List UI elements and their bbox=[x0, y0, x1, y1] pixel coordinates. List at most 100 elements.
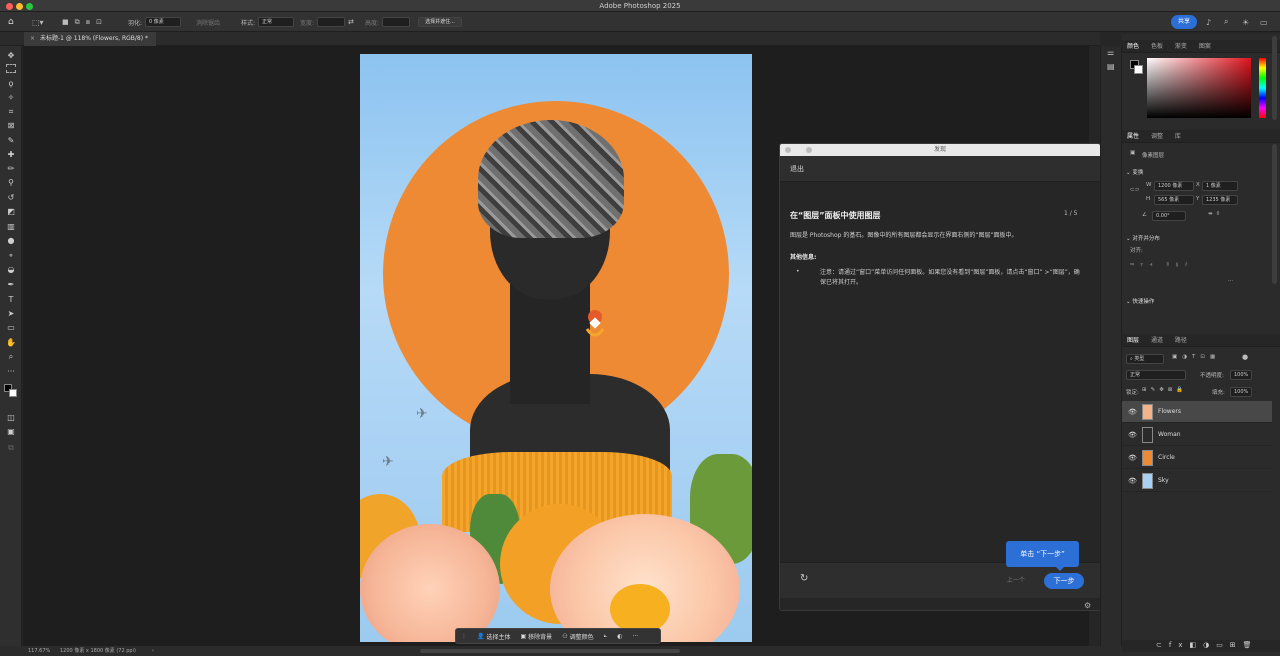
width-input[interactable] bbox=[317, 17, 346, 27]
tab-paths[interactable]: 路径 bbox=[1170, 334, 1192, 347]
feather-input[interactable]: 0 像素 bbox=[145, 17, 182, 27]
width-field[interactable]: 1200 像素 bbox=[1154, 181, 1194, 191]
quick-mask-icon[interactable]: ◫ bbox=[5, 412, 17, 424]
link-icon[interactable]: ⊂⊃ bbox=[1130, 187, 1139, 193]
tab-libraries[interactable]: 库 bbox=[1170, 130, 1186, 143]
type-tool-icon[interactable]: T bbox=[5, 294, 17, 306]
eyedropper-tool-icon[interactable]: ✎ bbox=[5, 135, 17, 147]
next-button[interactable]: 下一步 bbox=[1044, 573, 1084, 589]
mask-icon[interactable]: ◐ bbox=[612, 629, 627, 643]
drag-handle-icon[interactable]: ⋮ bbox=[456, 629, 472, 643]
layer-row[interactable]: 👁 Woman bbox=[1122, 424, 1272, 446]
swap-icon[interactable]: ⇄ bbox=[348, 12, 354, 32]
height-input[interactable] bbox=[382, 17, 411, 27]
restart-icon[interactable]: ↻ bbox=[800, 573, 808, 584]
fill-field[interactable]: 100% bbox=[1230, 387, 1252, 397]
more-tools-icon[interactable]: ··· bbox=[5, 366, 17, 378]
dodge-tool-icon[interactable]: ⚬ bbox=[5, 250, 17, 262]
zoom-level[interactable]: 117.67% bbox=[28, 646, 50, 656]
previous-button[interactable]: 上一个 bbox=[1002, 573, 1030, 589]
move-tool-icon[interactable]: ✥ bbox=[5, 50, 17, 62]
lightbulb-icon[interactable]: ☀ bbox=[1242, 12, 1249, 32]
properties-scrollbar[interactable] bbox=[1272, 144, 1277, 284]
add-selection-icon[interactable]: ⧉ bbox=[75, 18, 80, 27]
layer-filter-icons[interactable]: ▣◑T⊡▦ bbox=[1172, 354, 1220, 360]
panel-minimize-button[interactable] bbox=[806, 147, 812, 153]
hue-slider[interactable] bbox=[1259, 58, 1266, 118]
frame-tool-icon[interactable]: ⊠ bbox=[5, 120, 17, 132]
edit-toolbar-icon[interactable]: ⧉ bbox=[5, 442, 17, 454]
tab-adjustments[interactable]: 调整 bbox=[1146, 130, 1168, 143]
align-section-toggle[interactable]: ⌄ 对齐并分布 bbox=[1126, 234, 1160, 242]
filter-toggle-icon[interactable]: ● bbox=[1242, 353, 1248, 361]
tab-gradients[interactable]: 渐变 bbox=[1170, 40, 1192, 53]
document-tab[interactable]: × 未标题-1 @ 118% (Flowers, RGB/8) * bbox=[24, 32, 156, 46]
chevron-right-icon[interactable]: › bbox=[152, 646, 154, 656]
rectangle-tool-icon[interactable]: ▭ bbox=[5, 322, 17, 334]
align-buttons-icon[interactable]: ⫤⫧⫣ ⫪⫫⫩ bbox=[1130, 262, 1194, 269]
blend-mode-select[interactable]: 正常 bbox=[1126, 370, 1186, 380]
select-and-mask-button[interactable]: 选择并遮住... bbox=[418, 17, 462, 27]
libraries-icon[interactable]: ⚌ bbox=[1107, 48, 1114, 57]
pen-tool-icon[interactable]: ✒ bbox=[5, 279, 17, 291]
layer-row[interactable]: 👁 Circle bbox=[1122, 447, 1272, 469]
workspace-icon[interactable]: ▭ bbox=[1260, 12, 1268, 32]
color-field[interactable] bbox=[1147, 58, 1251, 118]
new-selection-icon[interactable]: ■ bbox=[62, 18, 69, 26]
visibility-eye-icon[interactable]: 👁 bbox=[1128, 424, 1137, 446]
tab-close-icon[interactable]: × bbox=[30, 35, 35, 42]
quick-actions-toggle[interactable]: ⌄ 快速操作 bbox=[1126, 297, 1154, 305]
visibility-eye-icon[interactable]: 👁 bbox=[1128, 470, 1137, 492]
height-field[interactable]: 565 像素 bbox=[1154, 195, 1194, 205]
lock-icons[interactable]: ⊞✎✥⊠🔒 bbox=[1142, 387, 1187, 393]
document-canvas[interactable]: ✈ ✈ bbox=[360, 54, 752, 642]
exit-button[interactable]: 退出 bbox=[780, 156, 1100, 182]
layer-filter-select[interactable]: ⌕ 类型 bbox=[1126, 354, 1164, 364]
intersect-selection-icon[interactable]: ⊡ bbox=[96, 18, 102, 26]
tab-properties[interactable]: 属性 bbox=[1122, 130, 1144, 143]
zoom-tool-icon[interactable]: ⌕ bbox=[5, 351, 17, 363]
adjust-color-button[interactable]: ⚇ 调整颜色 bbox=[557, 629, 598, 643]
settings-gear-icon[interactable]: ⚙ bbox=[1084, 601, 1091, 610]
transform-icon[interactable]: ⟀ bbox=[599, 629, 613, 643]
search-icon[interactable]: ⌕ bbox=[1224, 12, 1228, 32]
background-color-swatch[interactable] bbox=[9, 389, 17, 397]
y-position-field[interactable]: 1235 像素 bbox=[1202, 195, 1238, 205]
crop-tool-icon[interactable]: ⌗ bbox=[5, 106, 17, 118]
clone-stamp-tool-icon[interactable]: ⚲ bbox=[5, 177, 17, 189]
more-options-icon[interactable]: ··· bbox=[627, 629, 643, 643]
color-panel-scrollbar[interactable] bbox=[1272, 36, 1277, 120]
screen-mode-icon[interactable]: ▣ bbox=[5, 426, 17, 438]
comments-icon[interactable]: ▤ bbox=[1107, 62, 1115, 71]
sponge-tool-icon[interactable]: ◒ bbox=[5, 264, 17, 276]
visibility-eye-icon[interactable]: 👁 bbox=[1128, 447, 1137, 469]
healing-brush-tool-icon[interactable]: ✚ bbox=[5, 149, 17, 161]
layer-footer-icons[interactable]: ⊂fx◧◑▭⊞🗑 bbox=[1156, 641, 1259, 649]
bell-icon[interactable]: ♪ bbox=[1206, 12, 1211, 32]
visibility-eye-icon[interactable]: 👁 bbox=[1128, 401, 1137, 423]
home-icon[interactable]: ⌂ bbox=[8, 12, 22, 32]
antialias-checkbox[interactable]: 消除锯齿 bbox=[196, 12, 220, 32]
layer-row[interactable]: 👁 Sky bbox=[1122, 470, 1272, 492]
x-position-field[interactable]: 1 像素 bbox=[1202, 181, 1238, 191]
share-button[interactable]: 共享 bbox=[1171, 15, 1197, 29]
tab-channels[interactable]: 通道 bbox=[1146, 334, 1168, 347]
gradient-tool-icon[interactable]: ▥ bbox=[5, 221, 17, 233]
background-color-chip[interactable] bbox=[1134, 65, 1143, 74]
object-selection-tool-icon[interactable]: ✧ bbox=[5, 92, 17, 104]
angle-field[interactable]: 0.00° bbox=[1152, 211, 1186, 221]
tab-patterns[interactable]: 图案 bbox=[1194, 40, 1216, 53]
subtract-selection-icon[interactable]: ⧈ bbox=[86, 18, 90, 27]
select-subject-button[interactable]: 👤 选择主体 bbox=[472, 629, 516, 643]
flip-icons[interactable]: ⇹⇳ bbox=[1208, 211, 1223, 217]
tab-layers[interactable]: 图层 bbox=[1122, 334, 1144, 347]
more-align-icon[interactable]: ··· bbox=[1228, 278, 1233, 284]
brush-tool-icon[interactable]: ✏ bbox=[5, 163, 17, 175]
remove-background-button[interactable]: ▣ 移除背景 bbox=[516, 629, 558, 643]
rectangular-marquee-tool-icon[interactable] bbox=[6, 64, 16, 73]
style-select[interactable]: 正常 bbox=[258, 17, 295, 27]
blur-tool-icon[interactable]: ● bbox=[5, 235, 17, 247]
tab-swatches[interactable]: 色板 bbox=[1146, 40, 1168, 53]
hand-tool-icon[interactable]: ✋ bbox=[5, 337, 17, 349]
path-selection-tool-icon[interactable]: ➤ bbox=[5, 308, 17, 320]
